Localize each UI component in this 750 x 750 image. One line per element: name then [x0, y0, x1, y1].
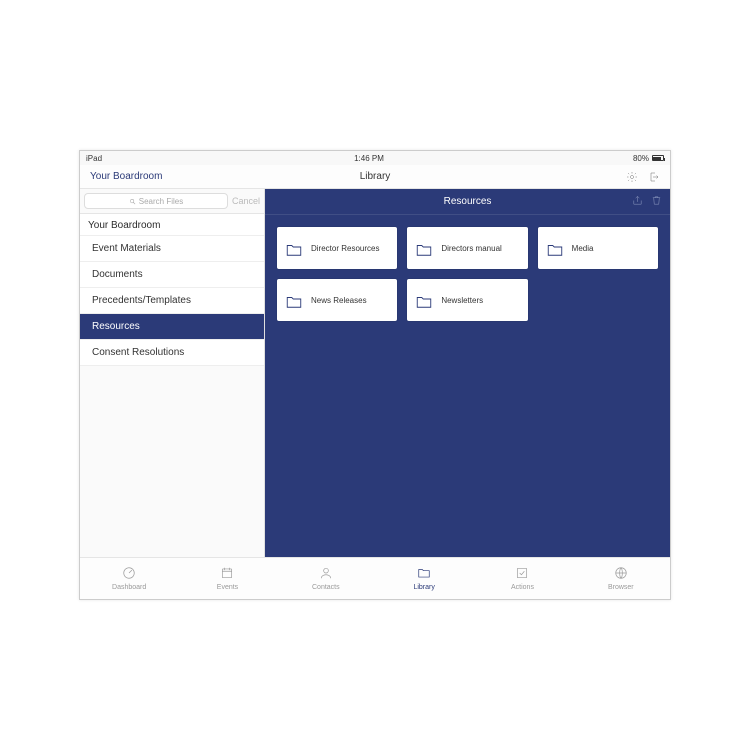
tab-contacts[interactable]: Contacts	[277, 558, 375, 599]
sidebar: Search Files Cancel Your Boardroom Event…	[80, 189, 265, 557]
tab-label: Browser	[608, 584, 634, 591]
battery-icon	[652, 155, 664, 161]
tab-label: Contacts	[312, 584, 340, 591]
sidebar-item-label: Documents	[92, 269, 143, 280]
tab-label: Library	[413, 584, 434, 591]
folder-icon	[285, 293, 303, 307]
tab-browser[interactable]: Browser	[572, 558, 670, 599]
battery-label: 80%	[633, 154, 649, 163]
nav-title: Library	[360, 171, 391, 182]
folder-label: Directors manual	[441, 244, 501, 253]
folder-icon	[415, 241, 433, 255]
search-input[interactable]: Search Files	[84, 193, 228, 209]
folder-card[interactable]: Media	[538, 227, 658, 269]
folder-icon	[285, 241, 303, 255]
tab-label: Dashboard	[112, 584, 146, 591]
app-window: iPad 1:46 PM 80% Your Boardroom Library	[79, 150, 671, 600]
status-bar: iPad 1:46 PM 80%	[80, 151, 670, 165]
sidebar-item-resources[interactable]: Resources	[80, 314, 264, 340]
tab-bar: Dashboard Events Contacts Library Actions Bro…	[80, 557, 670, 599]
tab-events[interactable]: Events	[178, 558, 276, 599]
sidebar-item-label: Consent Resolutions	[92, 347, 184, 358]
globe-icon	[614, 566, 628, 582]
checkbox-icon	[515, 566, 529, 582]
main-panel: Resources Director Resources Directors ma…	[265, 189, 670, 557]
tab-label: Events	[217, 584, 238, 591]
nav-left-title[interactable]: Your Boardroom	[90, 171, 162, 182]
tab-actions[interactable]: Actions	[473, 558, 571, 599]
search-placeholder: Search Files	[139, 197, 183, 206]
main-title: Resources	[444, 196, 492, 207]
search-cancel[interactable]: Cancel	[232, 196, 260, 206]
tab-dashboard[interactable]: Dashboard	[80, 558, 178, 599]
clock-label: 1:46 PM	[354, 154, 384, 163]
sidebar-item-documents[interactable]: Documents	[80, 262, 264, 288]
sidebar-item-precedents-templates[interactable]: Precedents/Templates	[80, 288, 264, 314]
carrier-label: iPad	[86, 154, 102, 163]
nav-bar: Your Boardroom Library	[80, 165, 670, 189]
folder-label: Newsletters	[441, 296, 483, 305]
gauge-icon	[122, 566, 136, 582]
calendar-icon	[220, 566, 234, 582]
folder-card[interactable]: Director Resources	[277, 227, 397, 269]
folder-card[interactable]: News Releases	[277, 279, 397, 321]
folder-icon	[417, 566, 431, 582]
sidebar-item-event-materials[interactable]: Event Materials	[80, 236, 264, 262]
folder-label: Media	[572, 244, 594, 253]
sidebar-item-consent-resolutions[interactable]: Consent Resolutions	[80, 340, 264, 366]
folder-icon	[546, 241, 564, 255]
folder-card[interactable]: Directors manual	[407, 227, 527, 269]
folder-icon	[415, 293, 433, 307]
folder-label: Director Resources	[311, 244, 379, 253]
settings-icon[interactable]	[626, 171, 638, 183]
logout-icon[interactable]	[648, 171, 660, 183]
folder-label: News Releases	[311, 296, 367, 305]
sidebar-item-label: Event Materials	[92, 243, 161, 254]
share-icon[interactable]	[632, 195, 643, 209]
sidebar-header: Your Boardroom	[80, 214, 264, 236]
person-icon	[319, 566, 333, 582]
sidebar-item-label: Resources	[92, 321, 140, 332]
folder-card[interactable]: Newsletters	[407, 279, 527, 321]
trash-icon[interactable]	[651, 195, 662, 209]
sidebar-item-label: Precedents/Templates	[92, 295, 191, 306]
main-header: Resources	[265, 189, 670, 215]
search-row: Search Files Cancel	[80, 189, 264, 214]
tab-library[interactable]: Library	[375, 558, 473, 599]
tab-label: Actions	[511, 584, 534, 591]
